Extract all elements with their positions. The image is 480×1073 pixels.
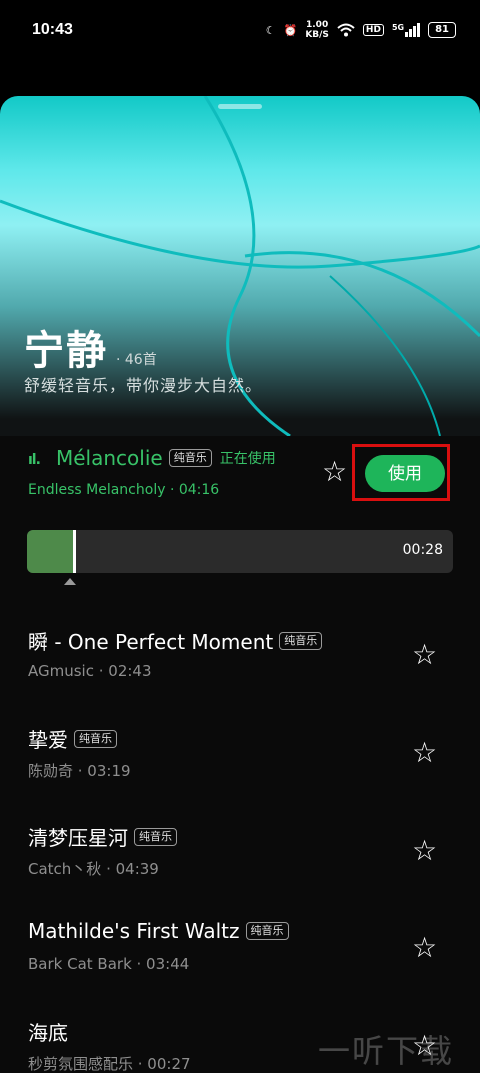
hd-icon: HD [362,24,384,36]
current-song[interactable]: ıl. Mélancolie 纯音乐 正在使用 Endless Melancho… [0,444,480,614]
current-song-title: Mélancolie [56,446,163,470]
song-meta: 秒剪氛围感配乐 · 00:27 [28,1055,191,1073]
playlist-title: 宁静 [24,328,108,374]
favorite-star-icon[interactable]: ☆ [322,458,347,486]
current-song-meta: Endless Melancholy · 04:16 [28,482,220,498]
song-title: 清梦压星河 [28,826,128,850]
song-meta: AGmusic · 02:43 [28,662,152,680]
current-song-title-row: Mélancolie 纯音乐 正在使用 [56,446,276,470]
list-item[interactable]: 挚爱 纯音乐 陈勋奇 · 03:19 ☆ [0,724,480,822]
playlist-subtitle: 舒缓轻音乐，带你漫步大自然。 [24,376,263,395]
song-tag: 纯音乐 [74,729,117,748]
watermark: 一听下载 [318,1032,455,1070]
playlist-cover: 宁静 · 46首 舒缓轻音乐，带你漫步大自然。 [0,96,480,436]
trim-progress-bar[interactable]: 00:28 [27,530,453,573]
playing-equalizer-icon: ıl. [28,452,41,468]
sheet-drag-handle[interactable] [218,104,262,109]
song-title: 瞬 - One Perfect Moment [28,630,274,654]
favorite-star-icon[interactable]: ☆ [412,739,437,767]
song-meta: 陈勋奇 · 03:19 [28,762,131,780]
playlist-count: · 46首 [116,352,157,368]
status-icons: ☾ ⏰ 1.00 KB/S HD 5G 81 [266,20,456,40]
song-title: Mathilde's First Waltz [28,919,240,943]
song-meta: Bark Cat Bark · 03:44 [28,955,190,973]
status-bar: 10:43 ☾ ⏰ 1.00 KB/S HD 5G 81 [0,0,480,60]
song-tag: 纯音乐 [245,922,289,940]
wifi-icon [337,23,355,37]
progress-marker-icon [64,578,76,585]
favorite-star-icon[interactable]: ☆ [412,641,437,669]
playlist-sheet: 宁静 · 46首 舒缓轻音乐，带你漫步大自然。 ıl. Mélancolie 纯… [0,96,480,1073]
favorite-star-icon[interactable]: ☆ [412,934,437,962]
signal-icon: 5G [392,23,421,37]
moon-icon: ☾ [265,23,276,37]
song-meta: Catch丶秋 · 04:39 [28,860,159,878]
list-item[interactable]: 清梦压星河 纯音乐 Catch丶秋 · 04:39 ☆ [0,822,480,920]
progress-time: 00:28 [402,542,443,558]
progress-cursor[interactable] [73,530,76,573]
song-tag: 纯音乐 [168,449,212,467]
use-button[interactable]: 使用 [365,455,445,492]
in-use-label: 正在使用 [219,451,276,467]
list-item[interactable]: Mathilde's First Waltz 纯音乐 Bark Cat Bark … [0,919,480,1017]
network-speed: 1.00 KB/S [305,20,329,40]
progress-fill [27,530,74,573]
song-title: 海底 [28,1021,68,1045]
song-title: 挚爱 [28,728,68,752]
song-tag: 纯音乐 [279,631,323,650]
favorite-star-icon[interactable]: ☆ [412,837,437,865]
status-time: 10:43 [32,21,73,38]
song-tag: 纯音乐 [134,827,177,846]
list-item[interactable]: 瞬 - One Perfect Moment 纯音乐 AGmusic · 02:4… [0,626,480,724]
alarm-icon: ⏰ [283,23,298,37]
playlist-header: 宁静 · 46首 [24,318,157,376]
battery-icon: 81 [428,22,456,38]
